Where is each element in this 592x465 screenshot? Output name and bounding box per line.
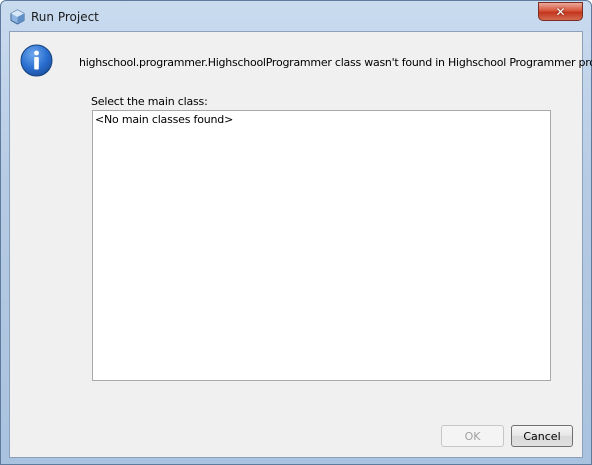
close-icon: ✕ [555,4,566,19]
main-class-list[interactable]: <No main classes found> [92,110,551,381]
error-message: highschool.programmer.HighschoolProgramm… [79,56,592,69]
cancel-button[interactable]: Cancel [511,425,573,447]
dialog-content: highschool.programmer.HighschoolProgramm… [9,31,592,458]
list-item[interactable]: <No main classes found> [95,113,233,126]
ok-button[interactable]: OK [441,425,504,447]
netbeans-app-icon [10,9,25,25]
info-icon [20,44,53,77]
title-bar[interactable]: Run Project ✕ [1,1,591,31]
close-button[interactable]: ✕ [538,2,583,21]
select-main-class-label: Select the main class: [91,95,208,108]
window-title: Run Project [31,10,99,24]
run-project-dialog-window: Run Project ✕ highschool.programmer.High… [0,0,592,465]
